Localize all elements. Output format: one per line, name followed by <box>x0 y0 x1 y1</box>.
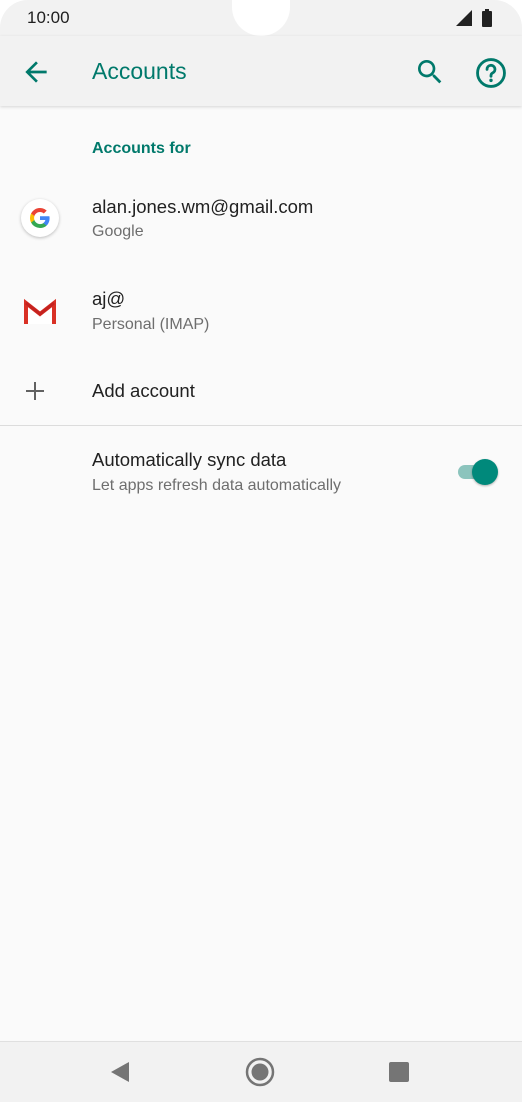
account-row-imap[interactable]: aj@ Personal (IMAP) <box>0 272 522 352</box>
back-arrow-icon[interactable] <box>20 56 52 88</box>
help-icon[interactable] <box>474 56 508 90</box>
system-nav-bar <box>0 1041 522 1102</box>
back-triangle-icon[interactable] <box>109 1061 131 1083</box>
status-icons <box>456 9 492 27</box>
search-icon[interactable] <box>414 56 446 88</box>
divider <box>0 425 522 426</box>
account-email: aj@ <box>92 288 126 309</box>
account-type: Personal (IMAP) <box>92 316 210 333</box>
home-circle-icon[interactable] <box>245 1057 275 1087</box>
page-title: Accounts <box>92 58 187 84</box>
recents-square-icon[interactable] <box>389 1062 409 1082</box>
account-email: alan.jones.wm@gmail.com <box>92 196 314 217</box>
app-bar: Accounts <box>0 36 522 106</box>
auto-sync-toggle[interactable] <box>456 459 498 485</box>
plus-icon <box>26 382 44 400</box>
phone-screen: 10:00 Accounts Accounts for alan.jones.w… <box>0 0 522 1102</box>
auto-sync-title: Automatically sync data <box>92 449 287 470</box>
add-account-row[interactable]: Add account <box>0 362 522 422</box>
status-bar: 10:00 <box>0 0 522 36</box>
status-time: 10:00 <box>27 8 70 27</box>
google-icon <box>29 208 50 229</box>
add-account-label: Add account <box>92 380 195 401</box>
gmail-icon <box>24 298 56 324</box>
toggle-thumb <box>472 459 498 485</box>
account-type: Google <box>92 223 144 240</box>
auto-sync-row[interactable]: Automatically sync data Let apps refresh… <box>0 440 522 510</box>
google-avatar <box>21 199 59 237</box>
auto-sync-subtitle: Let apps refresh data automatically <box>92 477 342 494</box>
signal-icon <box>456 10 472 26</box>
account-row-google[interactable]: alan.jones.wm@gmail.com Google <box>0 178 522 258</box>
camera-notch <box>232 0 290 36</box>
battery-icon <box>482 9 492 27</box>
section-header: Accounts for <box>92 140 191 157</box>
